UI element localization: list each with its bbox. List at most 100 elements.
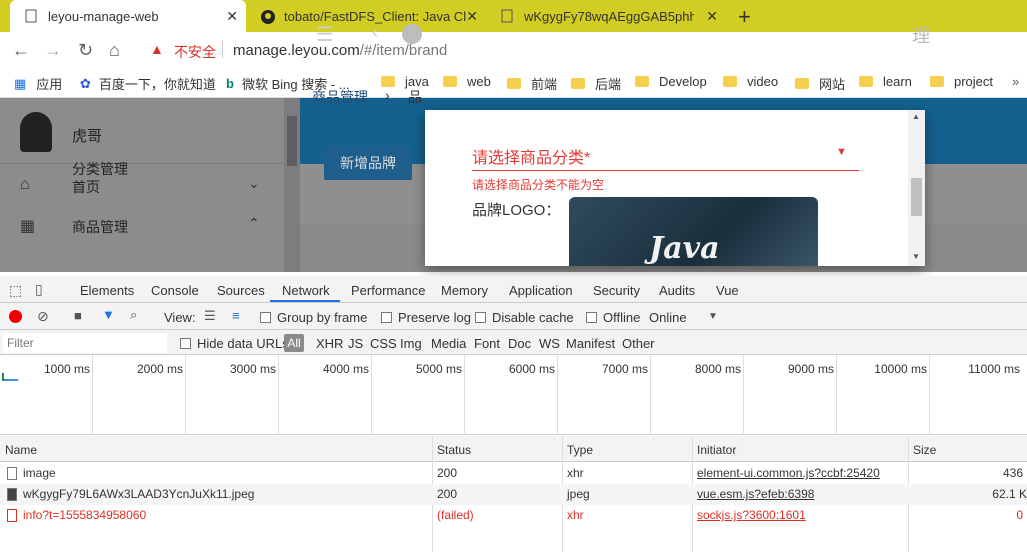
forward-arrow-icon[interactable]: → xyxy=(44,40,62,61)
dialog-scrollbar-thumb[interactable] xyxy=(911,178,922,216)
tab-sources[interactable]: Sources xyxy=(217,283,265,298)
filter-input[interactable] xyxy=(3,333,167,353)
column-header-initiator[interactable]: Initiator xyxy=(697,443,736,457)
tab-network[interactable]: Network xyxy=(282,283,330,298)
request-name[interactable]: wKgygFy79L6AWx3LAAD3YcnJuXk11.jpeg xyxy=(23,487,254,501)
browser-tab-image[interactable]: wKgygFy78wqAEggGAB5phhY ✕ xyxy=(486,0,726,32)
screenshot-camera-icon[interactable]: ■ xyxy=(74,308,82,323)
menu-hamburger-icon[interactable]: ☰ xyxy=(316,22,334,47)
bookmark-folder-project[interactable]: project xyxy=(930,74,993,89)
browser-tab-github[interactable]: tobato/FastDFS_Client: Java Cl ✕ xyxy=(246,0,486,32)
record-icon[interactable] xyxy=(9,310,22,323)
column-header-name[interactable]: Name xyxy=(5,443,37,457)
checkbox[interactable] xyxy=(260,312,271,323)
offline-checkbox[interactable]: Offline xyxy=(586,310,640,325)
tab-close-icon[interactable]: ✕ xyxy=(466,8,478,25)
bookmark-apps[interactable]: ▦ 应用 xyxy=(14,74,62,93)
filter-type-img[interactable]: Img xyxy=(400,336,422,351)
table-row[interactable]: info?t=1555834958060 (failed) xhr sockjs… xyxy=(0,505,1027,526)
chevron-left-icon[interactable]: ‹ xyxy=(372,22,378,43)
dropdown-arrow-icon[interactable]: ▼ xyxy=(836,146,847,158)
reload-icon[interactable]: ↻ xyxy=(78,40,93,61)
tab-vue[interactable]: Vue xyxy=(716,283,739,298)
tab-console[interactable]: Console xyxy=(151,283,199,298)
filter-type-manifest[interactable]: Manifest xyxy=(566,336,615,351)
timeline-gridline xyxy=(929,355,930,435)
clear-icon[interactable]: ⊘ xyxy=(37,308,49,325)
filter-type-media[interactable]: Media xyxy=(431,336,466,351)
tab-elements[interactable]: Elements xyxy=(80,283,134,298)
tab-performance[interactable]: Performance xyxy=(351,283,425,298)
brand-logo-image[interactable]: Java xyxy=(569,197,818,266)
scroll-down-arrow-icon[interactable]: ▼ xyxy=(912,252,920,261)
preserve-log-checkbox[interactable]: Preserve log xyxy=(381,310,471,325)
request-initiator-link[interactable]: sockjs.js?3600:1601 xyxy=(697,508,806,522)
checkbox[interactable] xyxy=(180,338,191,349)
dark-mode-toggle[interactable] xyxy=(402,24,422,44)
bookmark-folder-web[interactable]: web xyxy=(443,74,491,89)
tab-close-icon[interactable]: ✕ xyxy=(706,8,718,25)
category-select-underline xyxy=(472,170,859,171)
bookmark-baidu[interactable]: ✿ 百度一下，你就知道 xyxy=(80,74,216,93)
inspect-element-icon[interactable]: ⬚ xyxy=(9,282,22,299)
device-toolbar-icon[interactable]: ▯ xyxy=(35,281,43,298)
category-select[interactable]: 请选择商品分类* xyxy=(472,144,590,168)
sidebar-item-product-management[interactable]: ▦ 商品管理 ⌃ xyxy=(0,205,284,245)
filter-type-doc[interactable]: Doc xyxy=(508,336,531,351)
large-rows-icon[interactable]: ☰ xyxy=(204,308,216,324)
request-initiator-link[interactable]: vue.esm.js?efeb:6398 xyxy=(697,487,814,501)
bookmark-folder-frontend[interactable]: 前端 xyxy=(507,74,557,93)
url-field[interactable]: manage.leyou.com/#/item/brand xyxy=(233,42,447,59)
tab-application[interactable]: Application xyxy=(509,283,573,298)
tab-security[interactable]: Security xyxy=(593,283,640,298)
checkbox[interactable] xyxy=(381,312,392,323)
filter-type-all[interactable]: All xyxy=(284,334,304,352)
request-name[interactable]: info?t=1555834958060 xyxy=(23,508,146,522)
active-tab-indicator xyxy=(270,300,340,302)
dropdown-arrow-icon[interactable]: ▼ xyxy=(708,311,718,322)
checkbox[interactable] xyxy=(475,312,486,323)
table-row[interactable]: wKgygFy79L6AWx3LAAD3YcnJuXk11.jpeg 200 j… xyxy=(0,484,1027,505)
scroll-up-arrow-icon[interactable]: ▲ xyxy=(912,112,920,121)
filter-type-ws[interactable]: WS xyxy=(539,336,560,351)
waterfall-icon[interactable]: ≡ xyxy=(232,308,240,323)
browser-tab-active[interactable]: leyou-manage-web ✕ xyxy=(10,0,246,32)
bookmark-folder-develop[interactable]: Develop xyxy=(635,74,707,89)
filter-type-js[interactable]: JS xyxy=(348,336,363,351)
filter-type-xhr[interactable]: XHR xyxy=(316,336,343,351)
column-header-status[interactable]: Status xyxy=(437,443,471,457)
tab-close-icon[interactable]: ✕ xyxy=(226,8,238,25)
column-header-size[interactable]: Size xyxy=(913,443,936,457)
filter-type-other[interactable]: Other xyxy=(622,336,655,351)
request-name[interactable]: image xyxy=(23,466,56,480)
hide-data-urls-checkbox[interactable]: Hide data URLs xyxy=(180,336,289,351)
checkbox[interactable] xyxy=(586,312,597,323)
home-icon[interactable]: ⌂ xyxy=(109,40,120,61)
new-tab-button[interactable]: + xyxy=(738,4,751,30)
throttling-select[interactable]: Online xyxy=(649,310,687,325)
tab-memory[interactable]: Memory xyxy=(441,283,488,298)
bookmark-folder-learn[interactable]: learn xyxy=(859,74,912,89)
group-by-frame-checkbox[interactable]: Group by frame xyxy=(260,310,367,325)
bookmark-folder-sites[interactable]: 网站 xyxy=(795,74,845,93)
bookmark-folder-video[interactable]: video xyxy=(723,74,778,89)
filter-type-font[interactable]: Font xyxy=(474,336,500,351)
sidebar-item-home[interactable]: ⌂ 首页 ⌄ xyxy=(0,165,284,205)
back-arrow-icon[interactable]: ← xyxy=(12,40,30,61)
tab-audits[interactable]: Audits xyxy=(659,283,695,298)
table-row[interactable]: image 200 xhr element-ui.common.js?ccbf:… xyxy=(0,463,1027,484)
sidebar-subitem-category-management[interactable]: 分类管理 xyxy=(72,159,128,179)
bookmark-folder-backend[interactable]: 后端 xyxy=(571,74,621,93)
request-initiator-link[interactable]: element-ui.common.js?ccbf:25420 xyxy=(697,466,880,480)
column-header-type[interactable]: Type xyxy=(567,443,593,457)
sidebar-scrollbar-thumb[interactable] xyxy=(287,116,297,166)
warning-icon[interactable]: ▲ xyxy=(150,41,164,57)
add-brand-button[interactable]: 新增品牌 xyxy=(324,146,412,180)
disable-cache-checkbox[interactable]: Disable cache xyxy=(475,310,574,325)
filter-type-css[interactable]: CSS xyxy=(370,336,397,351)
security-warning-label[interactable]: 不安全 xyxy=(174,42,216,62)
bookmarks-overflow-icon[interactable]: » xyxy=(1012,74,1019,89)
breadcrumb-product-management[interactable]: 商品管理 xyxy=(312,87,368,107)
filter-icon[interactable]: ▼ xyxy=(102,307,115,322)
search-icon[interactable]: ⌕ xyxy=(130,307,137,323)
